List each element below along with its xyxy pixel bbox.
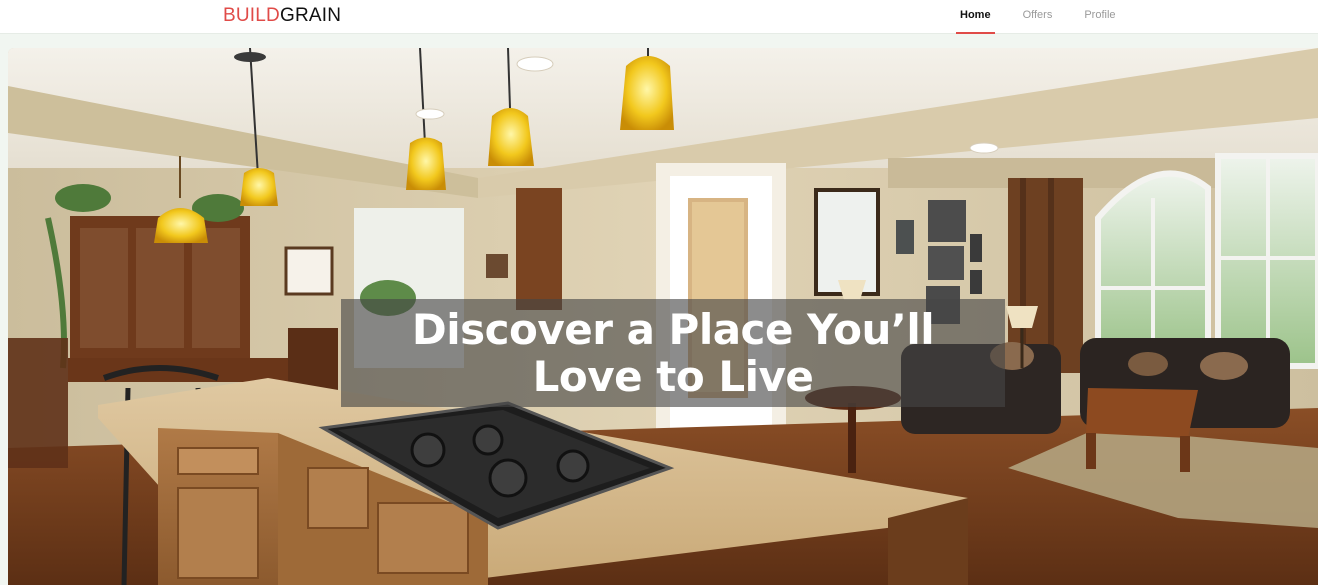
nav-links: Home Offers Profile	[956, 0, 1144, 34]
nav-item-offers[interactable]: Offers	[1019, 0, 1057, 34]
nav-item-home[interactable]: Home	[956, 0, 995, 34]
brand-logo[interactable]: BUILDGRAIN	[223, 5, 341, 27]
brand-logo-part2: GRAIN	[279, 5, 342, 26]
brand-logo-part1: BUILD	[223, 5, 280, 26]
top-navbar: BUILDGRAIN Home Offers Profile	[0, 0, 1318, 34]
hero-banner: Discover a Place You’ll Love to Live	[8, 48, 1318, 585]
nav-item-profile[interactable]: Profile	[1080, 0, 1119, 34]
hero-headline: Discover a Place You’ll Love to Live	[411, 305, 935, 401]
hero-headline-overlay: Discover a Place You’ll Love to Live	[341, 299, 1005, 407]
